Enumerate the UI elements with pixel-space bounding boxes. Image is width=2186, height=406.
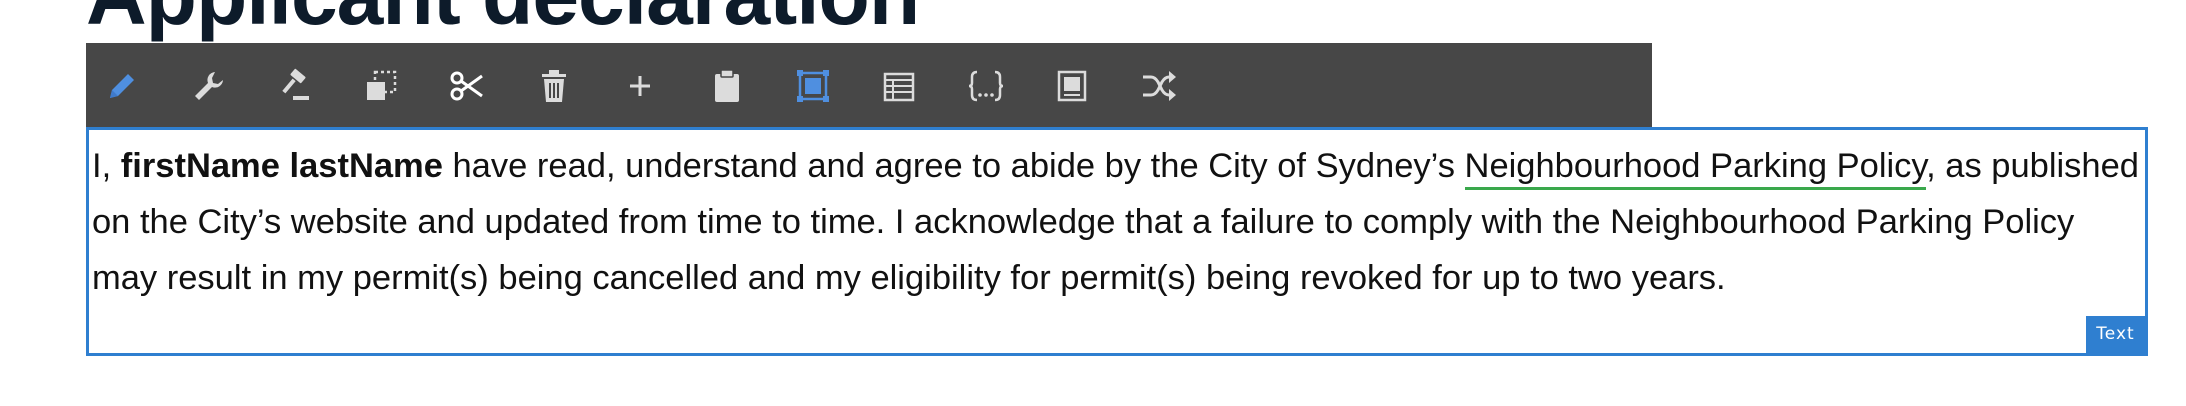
declaration-prefix: I, <box>92 147 121 185</box>
copy-icon <box>367 70 397 100</box>
code-button[interactable] <box>965 65 1007 107</box>
select-box-icon <box>797 70 829 102</box>
shuffle-button[interactable] <box>1138 65 1180 107</box>
paste-button[interactable] <box>706 65 748 107</box>
add-button[interactable] <box>619 65 661 107</box>
plus-icon <box>630 76 650 96</box>
page-heading: Applicant declaration <box>86 0 920 40</box>
braces-icon <box>968 70 1004 102</box>
settings-button[interactable] <box>188 65 230 107</box>
wrench-icon <box>195 72 223 100</box>
page: Applicant declaration <box>0 0 2186 406</box>
declaration-text-before-link: have read, understand and agree to abide… <box>442 147 1465 185</box>
shuffle-icon <box>1143 71 1176 101</box>
component-toolbar <box>86 43 1652 129</box>
edit-button[interactable] <box>101 65 143 107</box>
table-icon <box>883 72 915 102</box>
select-parent-button[interactable] <box>792 65 834 107</box>
scissors-icon <box>450 71 483 101</box>
neighbourhood-parking-policy-link[interactable]: Neighbourhood Parking Policy <box>1464 147 1927 190</box>
declaration-text-component[interactable]: I, firstName lastName have read, underst… <box>86 127 2148 356</box>
wrap-button[interactable] <box>1051 65 1093 107</box>
copy-button[interactable] <box>360 65 402 107</box>
frame-icon <box>1057 70 1087 102</box>
rules-button[interactable] <box>274 65 316 107</box>
clipboard-icon <box>715 69 739 102</box>
gavel-icon <box>282 68 309 100</box>
delete-button[interactable] <box>533 65 575 107</box>
trash-icon <box>542 70 566 102</box>
table-button[interactable] <box>878 65 920 107</box>
declaration-text[interactable]: I, firstName lastName have read, underst… <box>92 138 2144 306</box>
applicant-name: firstName lastName <box>120 147 443 185</box>
cut-button[interactable] <box>447 65 489 107</box>
component-type-badge: Text <box>2086 316 2145 353</box>
pencil-icon <box>110 74 134 98</box>
